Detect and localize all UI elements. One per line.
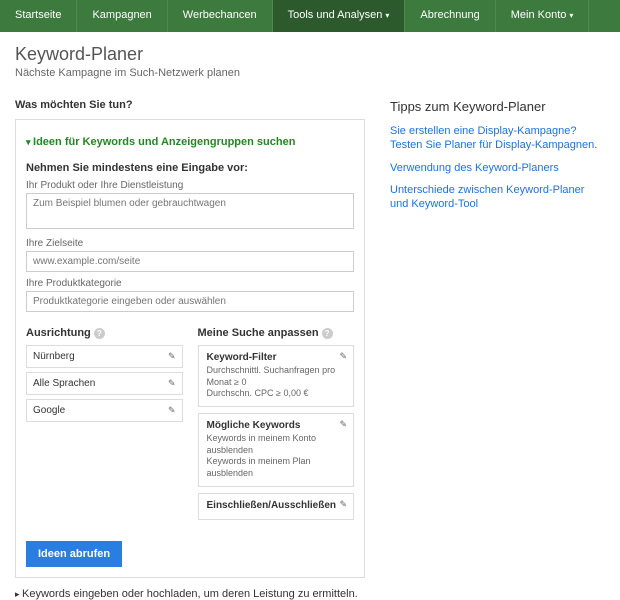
pencil-icon[interactable]: ✎	[168, 351, 176, 362]
chevron-down-icon: ▾	[569, 11, 573, 20]
include-exclude-box[interactable]: ✎ Einschließen/Ausschließen	[198, 493, 355, 520]
page-subtitle: Nächste Kampagne im Such-Netzwerk planen	[15, 67, 605, 79]
landing-label: Ihre Zielseite	[26, 238, 354, 249]
nav-werbechancen[interactable]: Werbechancen	[168, 0, 273, 32]
category-input[interactable]	[26, 291, 354, 312]
nav-abrechnung[interactable]: Abrechnung	[405, 0, 495, 32]
targeting-heading: Ausrichtung?	[26, 327, 183, 339]
expand-ideas[interactable]: Ideen für Keywords und Anzeigengruppen s…	[26, 130, 354, 154]
pencil-icon[interactable]: ✎	[168, 405, 176, 416]
nav-kampagnen[interactable]: Kampagnen	[77, 0, 167, 32]
category-label: Ihre Produktkategorie	[26, 278, 354, 289]
possible-keywords-box[interactable]: ✎ Mögliche Keywords Keywords in meinem K…	[198, 413, 355, 487]
top-nav: Startseite Kampagnen Werbechancen Tools …	[0, 0, 620, 32]
collapsed-performance-row[interactable]: Keywords eingeben oder hochladen, um der…	[15, 578, 365, 600]
get-ideas-button[interactable]: Ideen abrufen	[26, 541, 122, 567]
tips-heading: Tipps zum Keyword-Planer	[390, 99, 605, 114]
pencil-icon[interactable]: ✎	[339, 351, 347, 362]
ideas-panel: Ideen für Keywords und Anzeigengruppen s…	[15, 119, 365, 578]
pencil-icon[interactable]: ✎	[339, 499, 347, 510]
help-icon[interactable]: ?	[94, 328, 105, 339]
product-input[interactable]	[26, 193, 354, 229]
keyword-filter-box[interactable]: ✎ Keyword-Filter Durchschnittl. Suchanfr…	[198, 345, 355, 407]
page-header: Keyword-Planer Nächste Kampagne im Such-…	[0, 32, 620, 87]
chevron-down-icon: ▾	[385, 11, 389, 20]
targeting-location[interactable]: Nürnberg✎	[26, 345, 183, 368]
targeting-language[interactable]: Alle Sprachen✎	[26, 372, 183, 395]
question-label: Was möchten Sie tun?	[15, 99, 365, 111]
nav-tools[interactable]: Tools und Analysen▾	[273, 0, 406, 32]
pencil-icon[interactable]: ✎	[168, 378, 176, 389]
customize-heading: Meine Suche anpassen?	[198, 327, 355, 339]
targeting-network[interactable]: Google✎	[26, 399, 183, 422]
landing-input[interactable]	[26, 251, 354, 272]
tip-link-display[interactable]: Sie erstellen eine Display-Kampagne? Tes…	[390, 124, 605, 153]
page-title: Keyword-Planer	[15, 44, 605, 65]
product-label: Ihr Produkt oder Ihre Dienstleistung	[26, 180, 354, 191]
tip-link-usage[interactable]: Verwendung des Keyword-Planers	[390, 161, 605, 175]
instruction-label: Nehmen Sie mindestens eine Eingabe vor:	[26, 162, 354, 174]
nav-mein-konto[interactable]: Mein Konto▾	[496, 0, 590, 32]
pencil-icon[interactable]: ✎	[339, 419, 347, 430]
tip-link-diff[interactable]: Unterschiede zwischen Keyword-Planer und…	[390, 183, 605, 212]
nav-startseite[interactable]: Startseite	[0, 0, 77, 32]
help-icon[interactable]: ?	[322, 328, 333, 339]
